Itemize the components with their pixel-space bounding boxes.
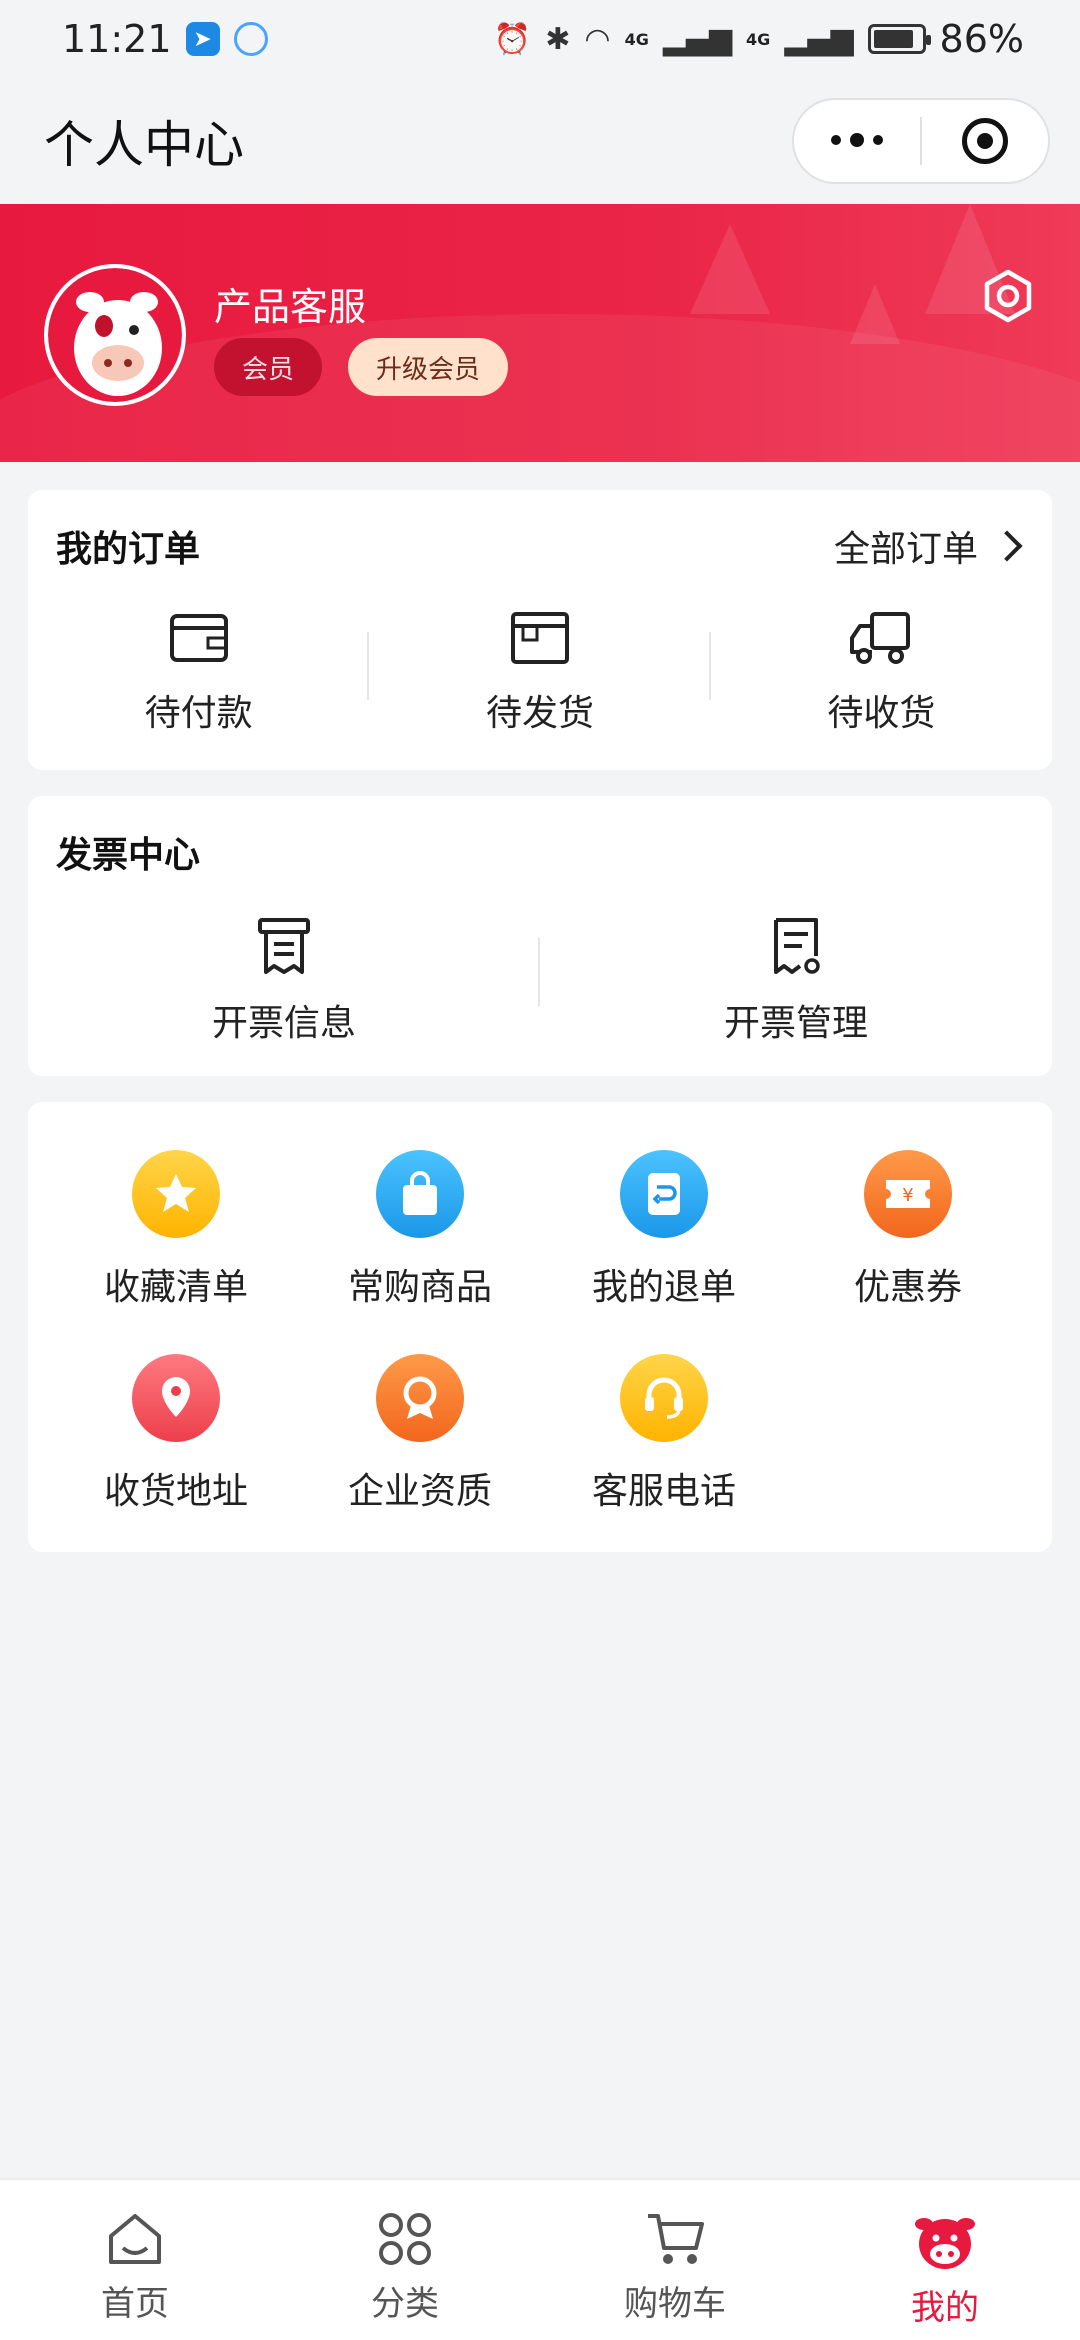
coupon-icon: ¥ <box>864 1150 952 1238</box>
shopping-bag-icon <box>376 1150 464 1238</box>
frequent-items-button[interactable]: 常购商品 <box>298 1150 542 1310</box>
invoice-info-button[interactable]: 开票信息 <box>28 916 540 1046</box>
invoice-title: 发票中心 <box>56 835 201 876</box>
signal-icon-2: ▂▄▆ <box>784 21 854 57</box>
tab-label: 我的 <box>911 2288 979 2328</box>
orders-title: 我的订单 <box>56 529 201 570</box>
all-orders-link[interactable]: 全部订单 <box>833 520 1023 572</box>
location-pin-icon <box>132 1354 220 1442</box>
favorites-button[interactable]: 收藏清单 <box>54 1150 298 1310</box>
invoice-item-label: 开票管理 <box>723 1003 868 1044</box>
service-label: 常购商品 <box>347 1267 492 1308</box>
avatar[interactable] <box>44 264 186 406</box>
wallet-icon <box>169 614 228 662</box>
upgrade-member-button[interactable]: 升级会员 <box>348 338 509 396</box>
order-status-label: 待付款 <box>144 693 253 734</box>
headset-icon <box>620 1354 708 1442</box>
box-icon <box>510 612 569 664</box>
app-notification-icon: ➤ <box>185 22 220 56</box>
order-status-pending-shipment[interactable]: 待发货 <box>369 610 711 736</box>
invoice-card: 发票中心 开票信息 开票管理 <box>28 796 1052 1076</box>
profile-banner: 产品客服 会员 升级会员 <box>0 204 1080 462</box>
orders-card: 我的订单 全部订单 待付款 待发货 待收货 <box>28 490 1052 770</box>
bottom-tab-bar: 首页 分类 购物车 我的 <box>0 2178 1080 2340</box>
app-header: 个人中心 <box>0 78 1080 204</box>
company-qualification-button[interactable]: 企业资质 <box>298 1354 542 1514</box>
service-label: 我的退单 <box>591 1267 736 1308</box>
mascot-icon <box>915 2218 975 2269</box>
star-icon <box>132 1150 220 1238</box>
tab-label: 分类 <box>371 2284 439 2324</box>
invoice-item-label: 开票信息 <box>211 1003 356 1044</box>
cart-icon <box>648 2214 704 2264</box>
username: 产品客服 <box>214 285 367 329</box>
service-label: 客服电话 <box>591 1471 736 1512</box>
certificate-icon <box>376 1354 464 1442</box>
tab-mine[interactable]: 我的 <box>810 2180 1080 2340</box>
svg-text:¥: ¥ <box>902 1185 913 1206</box>
status-bar: 11:21 ➤ ⏰ ✱ ◠ 4G ▂▄▆ 4G ▂▄▆ 86% <box>0 0 1080 78</box>
receipt-icon <box>258 918 310 974</box>
order-status-pending-receipt[interactable]: 待收货 <box>711 610 1052 736</box>
target-icon <box>962 118 1008 164</box>
tab-cart[interactable]: 购物车 <box>540 2180 810 2340</box>
page-title: 个人中心 <box>44 116 244 174</box>
alarm-icon: ⏰ <box>493 21 532 57</box>
close-miniprogram-button[interactable] <box>922 100 1048 182</box>
service-label: 企业资质 <box>347 1471 492 1512</box>
network-type-label-2: 4G <box>746 29 771 49</box>
member-badge: 会员 <box>214 338 323 396</box>
tab-label: 首页 <box>101 2284 169 2324</box>
return-icon <box>620 1150 708 1238</box>
truck-icon <box>850 612 911 664</box>
all-orders-label: 全部订单 <box>833 529 978 570</box>
order-status-label: 待收货 <box>827 693 936 734</box>
tree-decoration <box>850 284 900 344</box>
shipping-address-button[interactable]: 收货地址 <box>54 1354 298 1514</box>
settings-button[interactable] <box>978 266 1038 326</box>
customer-service-phone-button[interactable]: 客服电话 <box>542 1354 786 1514</box>
miniprogram-capsule <box>792 98 1050 184</box>
status-time: 11:21 <box>62 17 172 61</box>
gear-icon <box>984 269 1032 323</box>
tab-category[interactable]: 分类 <box>270 2180 540 2340</box>
bluetooth-icon: ✱ <box>545 21 571 57</box>
more-dots-icon <box>831 133 883 147</box>
chevron-right-icon <box>991 530 1023 562</box>
invoice-management-button[interactable]: 开票管理 <box>540 916 1052 1046</box>
battery-percent: 86% <box>939 17 1024 61</box>
service-label: 收藏清单 <box>103 1267 248 1308</box>
cow-mascot-icon <box>48 268 182 402</box>
tree-decoration <box>690 224 770 314</box>
receipt-settings-icon <box>774 918 820 974</box>
battery-icon <box>867 24 931 54</box>
services-card: 收藏清单 常购商品 我的退单 ¥ 优惠券 收货地址 企业资质 客服电话 <box>28 1102 1052 1552</box>
signal-icon: ▂▄▆ <box>662 21 733 57</box>
chat-notification-icon <box>233 22 268 56</box>
tab-home[interactable]: 首页 <box>0 2180 270 2340</box>
my-returns-button[interactable]: 我的退单 <box>542 1150 786 1310</box>
more-button[interactable] <box>794 100 920 182</box>
service-label: 收货地址 <box>103 1471 248 1512</box>
order-status-label: 待发货 <box>485 693 594 734</box>
network-type-label: 4G <box>624 29 649 49</box>
service-label: 优惠券 <box>853 1267 962 1308</box>
order-status-pending-payment[interactable]: 待付款 <box>28 610 370 736</box>
category-icon <box>379 2213 431 2265</box>
wifi-icon: ◠ <box>584 21 611 57</box>
coupons-button[interactable]: ¥ 优惠券 <box>786 1150 1030 1310</box>
home-icon <box>109 2214 161 2264</box>
tab-label: 购物车 <box>624 2284 726 2324</box>
